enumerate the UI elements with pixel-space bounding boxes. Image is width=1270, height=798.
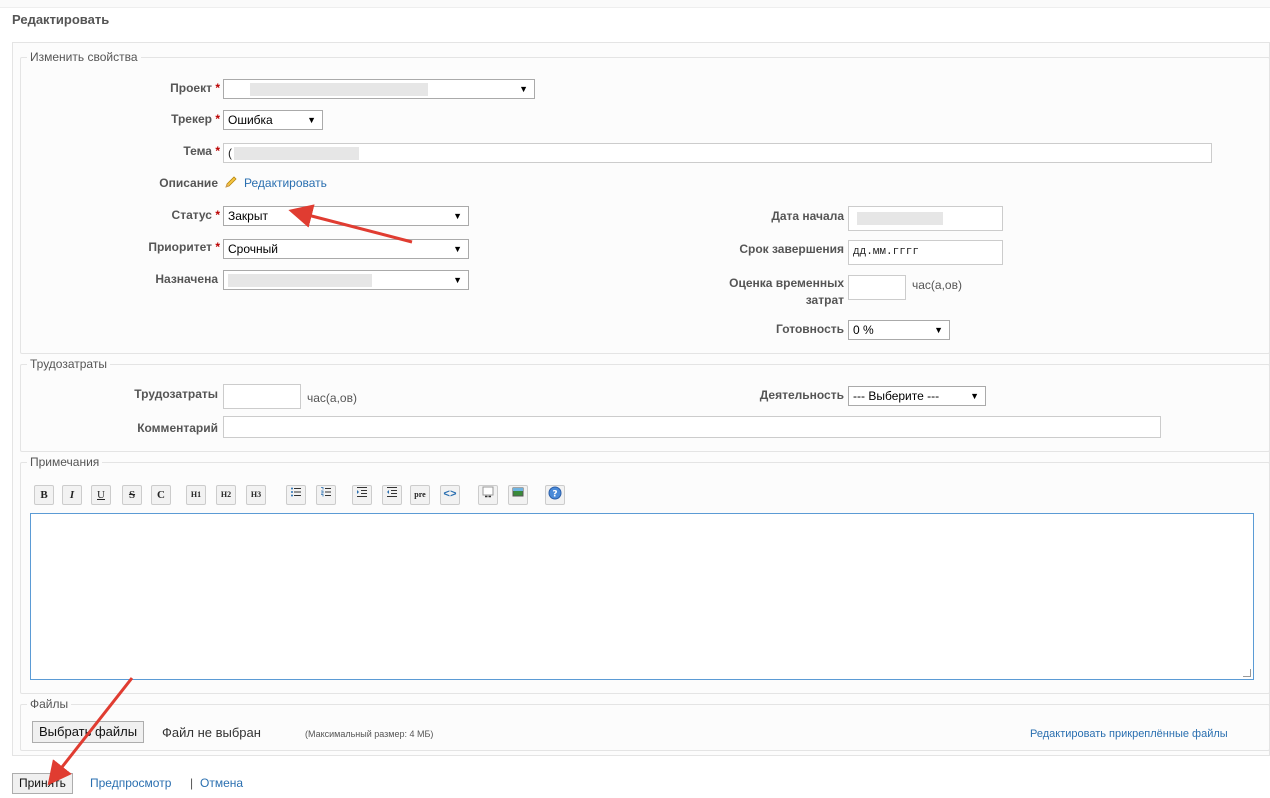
chevron-down-icon: ▼: [453, 211, 462, 221]
status-label: Статус *: [171, 208, 220, 222]
activity-select[interactable]: --- Выберите --- ▼: [848, 386, 986, 406]
indent-icon[interactable]: [352, 485, 372, 505]
tracker-select[interactable]: Ошибка ▼: [223, 110, 323, 130]
description-label: Описание: [159, 176, 218, 190]
bullet-list-icon[interactable]: [286, 485, 306, 505]
done-select[interactable]: 0 % ▼: [848, 320, 950, 340]
numbered-list-icon[interactable]: [316, 485, 336, 505]
chevron-down-icon: ▼: [453, 275, 462, 285]
preview-link[interactable]: Предпросмотр: [90, 774, 171, 792]
max-size-text: (Максимальный размер: 4 МБ): [305, 729, 434, 739]
chevron-down-icon: ▼: [934, 325, 943, 335]
properties-legend: Изменить свойства: [30, 50, 138, 64]
outdent-icon[interactable]: [382, 485, 402, 505]
status-select[interactable]: Закрыт ▼: [223, 206, 469, 226]
comment-input[interactable]: [223, 416, 1161, 438]
inline-code-button[interactable]: C: [151, 485, 171, 505]
heading1-button[interactable]: H1: [186, 485, 206, 505]
hours-input[interactable]: [223, 384, 301, 409]
priority-label: Приоритет *: [148, 240, 220, 254]
estimate-unit: час(а,ов): [912, 278, 962, 292]
chevron-down-icon: ▼: [519, 84, 528, 94]
chevron-down-icon: ▼: [453, 244, 462, 254]
page-title: Редактировать: [12, 12, 110, 27]
subject-input[interactable]: (: [223, 143, 1212, 163]
time-legend: Трудозатраты: [30, 357, 107, 371]
edit-attachments-link[interactable]: Редактировать прикреплённые файлы: [1030, 725, 1228, 743]
resize-handle[interactable]: [1243, 669, 1251, 677]
hours-label: Трудозатраты: [134, 387, 218, 401]
start-date-label: Дата начала: [771, 209, 844, 223]
done-label: Готовность: [775, 322, 844, 336]
underline-button[interactable]: U: [91, 485, 111, 505]
redacted-value: [234, 147, 359, 160]
no-file-text: Файл не выбран: [162, 725, 261, 740]
subject-label: Тема *: [183, 144, 220, 158]
chevron-down-icon: ▼: [970, 391, 979, 401]
code-block-icon[interactable]: <>: [440, 485, 460, 505]
notes-textarea[interactable]: [30, 513, 1254, 680]
comment-label: Комментарий: [137, 421, 218, 435]
image-icon[interactable]: [508, 485, 528, 505]
top-bar: [0, 0, 1270, 8]
choose-files-button[interactable]: Выбрать файлы: [32, 721, 145, 743]
help-icon[interactable]: ?: [545, 485, 565, 505]
strikethrough-button[interactable]: S: [122, 485, 142, 505]
estimate-label: Оценка временных затрат: [729, 276, 844, 307]
due-date-label: Срок завершения: [739, 242, 844, 256]
italic-button[interactable]: I: [62, 485, 82, 505]
project-select[interactable]: ▼: [223, 79, 535, 99]
pencil-icon: [224, 175, 238, 192]
estimate-input[interactable]: [848, 275, 906, 300]
submit-button[interactable]: Принять: [12, 773, 73, 794]
activity-label: Деятельность: [759, 388, 844, 402]
link-icon[interactable]: [478, 485, 498, 505]
assigned-label: Назначена: [155, 272, 218, 286]
assigned-select[interactable]: ▼: [223, 270, 469, 290]
hours-unit: час(а,ов): [307, 391, 357, 405]
start-date-input[interactable]: [848, 206, 1003, 231]
heading3-button[interactable]: H3: [246, 485, 266, 505]
svg-text:?: ?: [552, 490, 557, 500]
notes-legend: Примечания: [30, 455, 100, 469]
tracker-label: Трекер *: [171, 112, 220, 126]
due-date-input[interactable]: дд.мм.гггг: [848, 240, 1003, 265]
heading2-button[interactable]: H2: [216, 485, 236, 505]
files-legend: Файлы: [30, 697, 69, 711]
bold-button[interactable]: B: [34, 485, 54, 505]
preformatted-button[interactable]: pre: [410, 485, 430, 505]
action-separator: |: [190, 776, 194, 790]
edit-description-link[interactable]: Редактировать: [244, 174, 327, 192]
chevron-down-icon: ▼: [307, 115, 316, 125]
project-label: Проект *: [170, 81, 220, 95]
redacted-value: [857, 212, 943, 225]
redacted-value: [228, 274, 372, 287]
priority-select[interactable]: Срочный ▼: [223, 239, 469, 259]
cancel-link[interactable]: Отмена: [200, 774, 243, 792]
redacted-value: [250, 83, 428, 96]
